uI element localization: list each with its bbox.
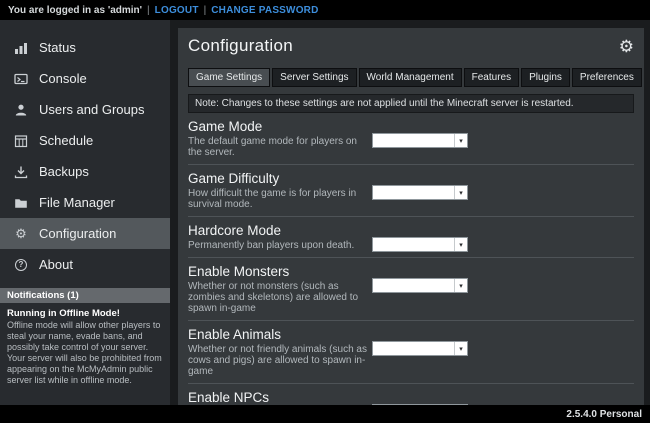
- sidebar-item-label: Users and Groups: [39, 102, 145, 117]
- tab-server-settings[interactable]: Server Settings: [272, 68, 356, 87]
- dropdown-arrow-icon: ▾: [454, 238, 467, 251]
- sidebar-item-backups[interactable]: Backups: [0, 156, 170, 187]
- sidebar-item-label: Configuration: [39, 226, 116, 241]
- notification-item: Running in Offline Mode! Offline mode wi…: [0, 303, 170, 391]
- setting-row-game-mode: Game Mode The default game mode for play…: [188, 113, 634, 165]
- config-tabs: Game Settings Server Settings World Mana…: [188, 68, 634, 87]
- setting-description: How difficult the game is for players in…: [188, 188, 368, 210]
- notification-title: Running in Offline Mode!: [7, 308, 163, 319]
- separator: |: [204, 5, 207, 16]
- dropdown-arrow-icon: ▾: [454, 186, 467, 199]
- setting-row-game-difficulty: Game Difficulty How difficult the game i…: [188, 165, 634, 217]
- setting-name: Enable Monsters: [188, 264, 634, 279]
- enable-animals-select[interactable]: ▾: [372, 341, 468, 356]
- setting-name: Enable Animals: [188, 327, 634, 342]
- gear-glyph: ⚙: [15, 227, 27, 240]
- setting-description: Permanently ban players upon death.: [188, 240, 368, 251]
- sidebar-item-label: Console: [39, 71, 87, 86]
- version-label: 2.5.4.0 Personal: [566, 409, 642, 420]
- dropdown-arrow-icon: ▾: [454, 342, 467, 355]
- sidebar-item-about[interactable]: ? About: [0, 249, 170, 280]
- sidebar-item-label: About: [39, 257, 73, 272]
- sidebar-item-configuration[interactable]: ⚙ Configuration: [0, 218, 170, 249]
- gear-icon: ⚙: [13, 226, 29, 242]
- setting-description: The default game mode for players on the…: [188, 136, 368, 158]
- hardcore-mode-select[interactable]: ▾: [372, 237, 468, 252]
- sidebar-item-label: Schedule: [39, 133, 93, 148]
- sidebar-item-status[interactable]: Status: [0, 32, 170, 63]
- topbar: You are logged in as 'admin' | LOGOUT | …: [0, 0, 650, 20]
- question-circle-icon: ?: [13, 257, 29, 273]
- tab-game-settings[interactable]: Game Settings: [188, 68, 270, 87]
- restart-note: Note: Changes to these settings are not …: [188, 94, 634, 113]
- page-title: Configuration: [188, 36, 293, 56]
- sidebar-item-schedule[interactable]: Schedule: [0, 125, 170, 156]
- footer: 2.5.4.0 Personal: [0, 405, 650, 423]
- setting-row-enable-npcs: Enable NPCs Whether or not friendly mobs…: [188, 384, 634, 405]
- setting-name: Hardcore Mode: [188, 223, 634, 238]
- settings-gear-icon[interactable]: ⚙: [619, 38, 634, 55]
- setting-description: Whether or not friendly animals (such as…: [188, 344, 368, 377]
- setting-name: Game Mode: [188, 119, 634, 134]
- setting-row-hardcore-mode: Hardcore Mode Permanently ban players up…: [188, 217, 634, 258]
- tab-preferences[interactable]: Preferences: [572, 68, 642, 87]
- mcmyadmin-app: You are logged in as 'admin' | LOGOUT | …: [0, 0, 650, 423]
- question-glyph: ?: [15, 259, 27, 271]
- logged-in-text: You are logged in as 'admin': [8, 5, 142, 16]
- sidebar: Status Console Users and Groups Schedule: [0, 20, 170, 405]
- tab-features[interactable]: Features: [464, 68, 519, 87]
- tab-world-management[interactable]: World Management: [359, 68, 462, 87]
- separator: |: [147, 5, 150, 16]
- file-manager-icon: [13, 195, 29, 211]
- sidebar-item-label: Status: [39, 40, 76, 55]
- sidebar-item-console[interactable]: Console: [0, 63, 170, 94]
- status-icon: [13, 40, 29, 56]
- game-mode-select[interactable]: ▾: [372, 133, 468, 148]
- setting-row-enable-animals: Enable Animals Whether or not friendly a…: [188, 321, 634, 384]
- setting-name: Game Difficulty: [188, 171, 634, 186]
- backups-icon: [13, 164, 29, 180]
- tab-plugins[interactable]: Plugins: [521, 68, 570, 87]
- game-difficulty-select[interactable]: ▾: [372, 185, 468, 200]
- change-password-link[interactable]: CHANGE PASSWORD: [211, 5, 318, 16]
- sidebar-item-users-and-groups[interactable]: Users and Groups: [0, 94, 170, 125]
- panel-header: Configuration ⚙: [188, 36, 634, 56]
- logout-link[interactable]: LOGOUT: [155, 5, 199, 16]
- setting-name: Enable NPCs: [188, 390, 634, 405]
- setting-description: Whether or not monsters (such as zombies…: [188, 281, 368, 314]
- console-icon: [13, 71, 29, 87]
- notification-text: Offline mode will allow other players to…: [7, 320, 163, 386]
- users-icon: [13, 102, 29, 118]
- dropdown-arrow-icon: ▾: [454, 279, 467, 292]
- configuration-panel: Configuration ⚙ Game Settings Server Set…: [178, 28, 644, 405]
- enable-monsters-select[interactable]: ▾: [372, 278, 468, 293]
- schedule-icon: [13, 133, 29, 149]
- dropdown-arrow-icon: ▾: [454, 134, 467, 147]
- setting-row-enable-monsters: Enable Monsters Whether or not monsters …: [188, 258, 634, 321]
- sidebar-item-label: File Manager: [39, 195, 115, 210]
- main-area: Configuration ⚙ Game Settings Server Set…: [170, 20, 650, 405]
- sidebar-item-label: Backups: [39, 164, 89, 179]
- settings-list: Game Mode The default game mode for play…: [188, 113, 634, 405]
- sidebar-item-file-manager[interactable]: File Manager: [0, 187, 170, 218]
- notifications-header: Notifications (1): [0, 288, 170, 303]
